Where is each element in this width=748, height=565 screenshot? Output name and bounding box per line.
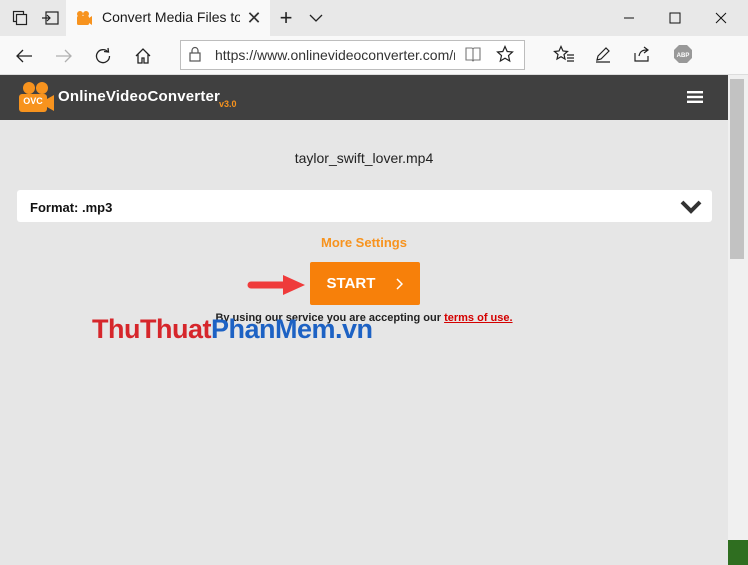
- start-button[interactable]: START: [310, 262, 420, 305]
- watermark-part3: .vn: [335, 314, 373, 344]
- start-button-label: START: [326, 275, 376, 292]
- back-icon[interactable]: [10, 42, 38, 70]
- adblock-icon[interactable]: ABP: [673, 44, 693, 64]
- share-icon[interactable]: [633, 45, 653, 65]
- watermark-part1: ThuThuat: [92, 314, 211, 344]
- watermark-part2: PhanMem: [210, 314, 336, 344]
- close-window-icon[interactable]: [698, 0, 744, 36]
- watermark: ThuThuatPhanMem.vn: [92, 314, 373, 345]
- logo-name[interactable]: OnlineVideoConverter: [58, 88, 220, 105]
- set-aside-icon[interactable]: [40, 8, 60, 28]
- favicon: [75, 9, 93, 27]
- format-label[interactable]: Format: .mp3: [30, 200, 112, 215]
- more-settings-link[interactable]: More Settings: [0, 235, 728, 250]
- chevron-right-icon: [396, 277, 404, 290]
- tab-title: Convert Media Files to Mo: [102, 9, 240, 25]
- star-icon[interactable]: [496, 45, 516, 65]
- favorites-icon[interactable]: [553, 45, 575, 65]
- lock-icon[interactable]: [188, 46, 204, 64]
- forward-icon[interactable]: [50, 42, 78, 70]
- hamburger-icon[interactable]: [686, 90, 704, 104]
- tab-actions-icon[interactable]: [10, 8, 30, 28]
- chevron-down-icon[interactable]: [680, 199, 702, 215]
- red-arrow-icon: [247, 273, 307, 297]
- terms-of-use-link[interactable]: terms of use.: [444, 312, 512, 324]
- logo-badge: OVC: [23, 96, 43, 106]
- desktop-background: [728, 540, 748, 565]
- close-icon[interactable]: ✕: [244, 8, 264, 28]
- maximize-icon[interactable]: [652, 0, 698, 36]
- pen-icon[interactable]: [594, 45, 614, 65]
- file-name: taylor_swift_lover.mp4: [294, 150, 434, 166]
- home-icon[interactable]: [129, 42, 157, 70]
- url-text[interactable]: https://www.onlinevideoconverter.com/m: [215, 47, 455, 63]
- svg-text:ABP: ABP: [677, 53, 690, 59]
- new-tab-icon[interactable]: +: [276, 5, 296, 30]
- chevron-down-icon[interactable]: [306, 8, 326, 28]
- refresh-icon[interactable]: [89, 42, 117, 70]
- minimize-icon[interactable]: [606, 0, 652, 36]
- reading-view-icon[interactable]: [464, 46, 484, 64]
- logo-version: v3.0: [219, 99, 237, 109]
- format-select[interactable]: [17, 190, 712, 222]
- scrollbar-thumb[interactable]: [730, 79, 744, 259]
